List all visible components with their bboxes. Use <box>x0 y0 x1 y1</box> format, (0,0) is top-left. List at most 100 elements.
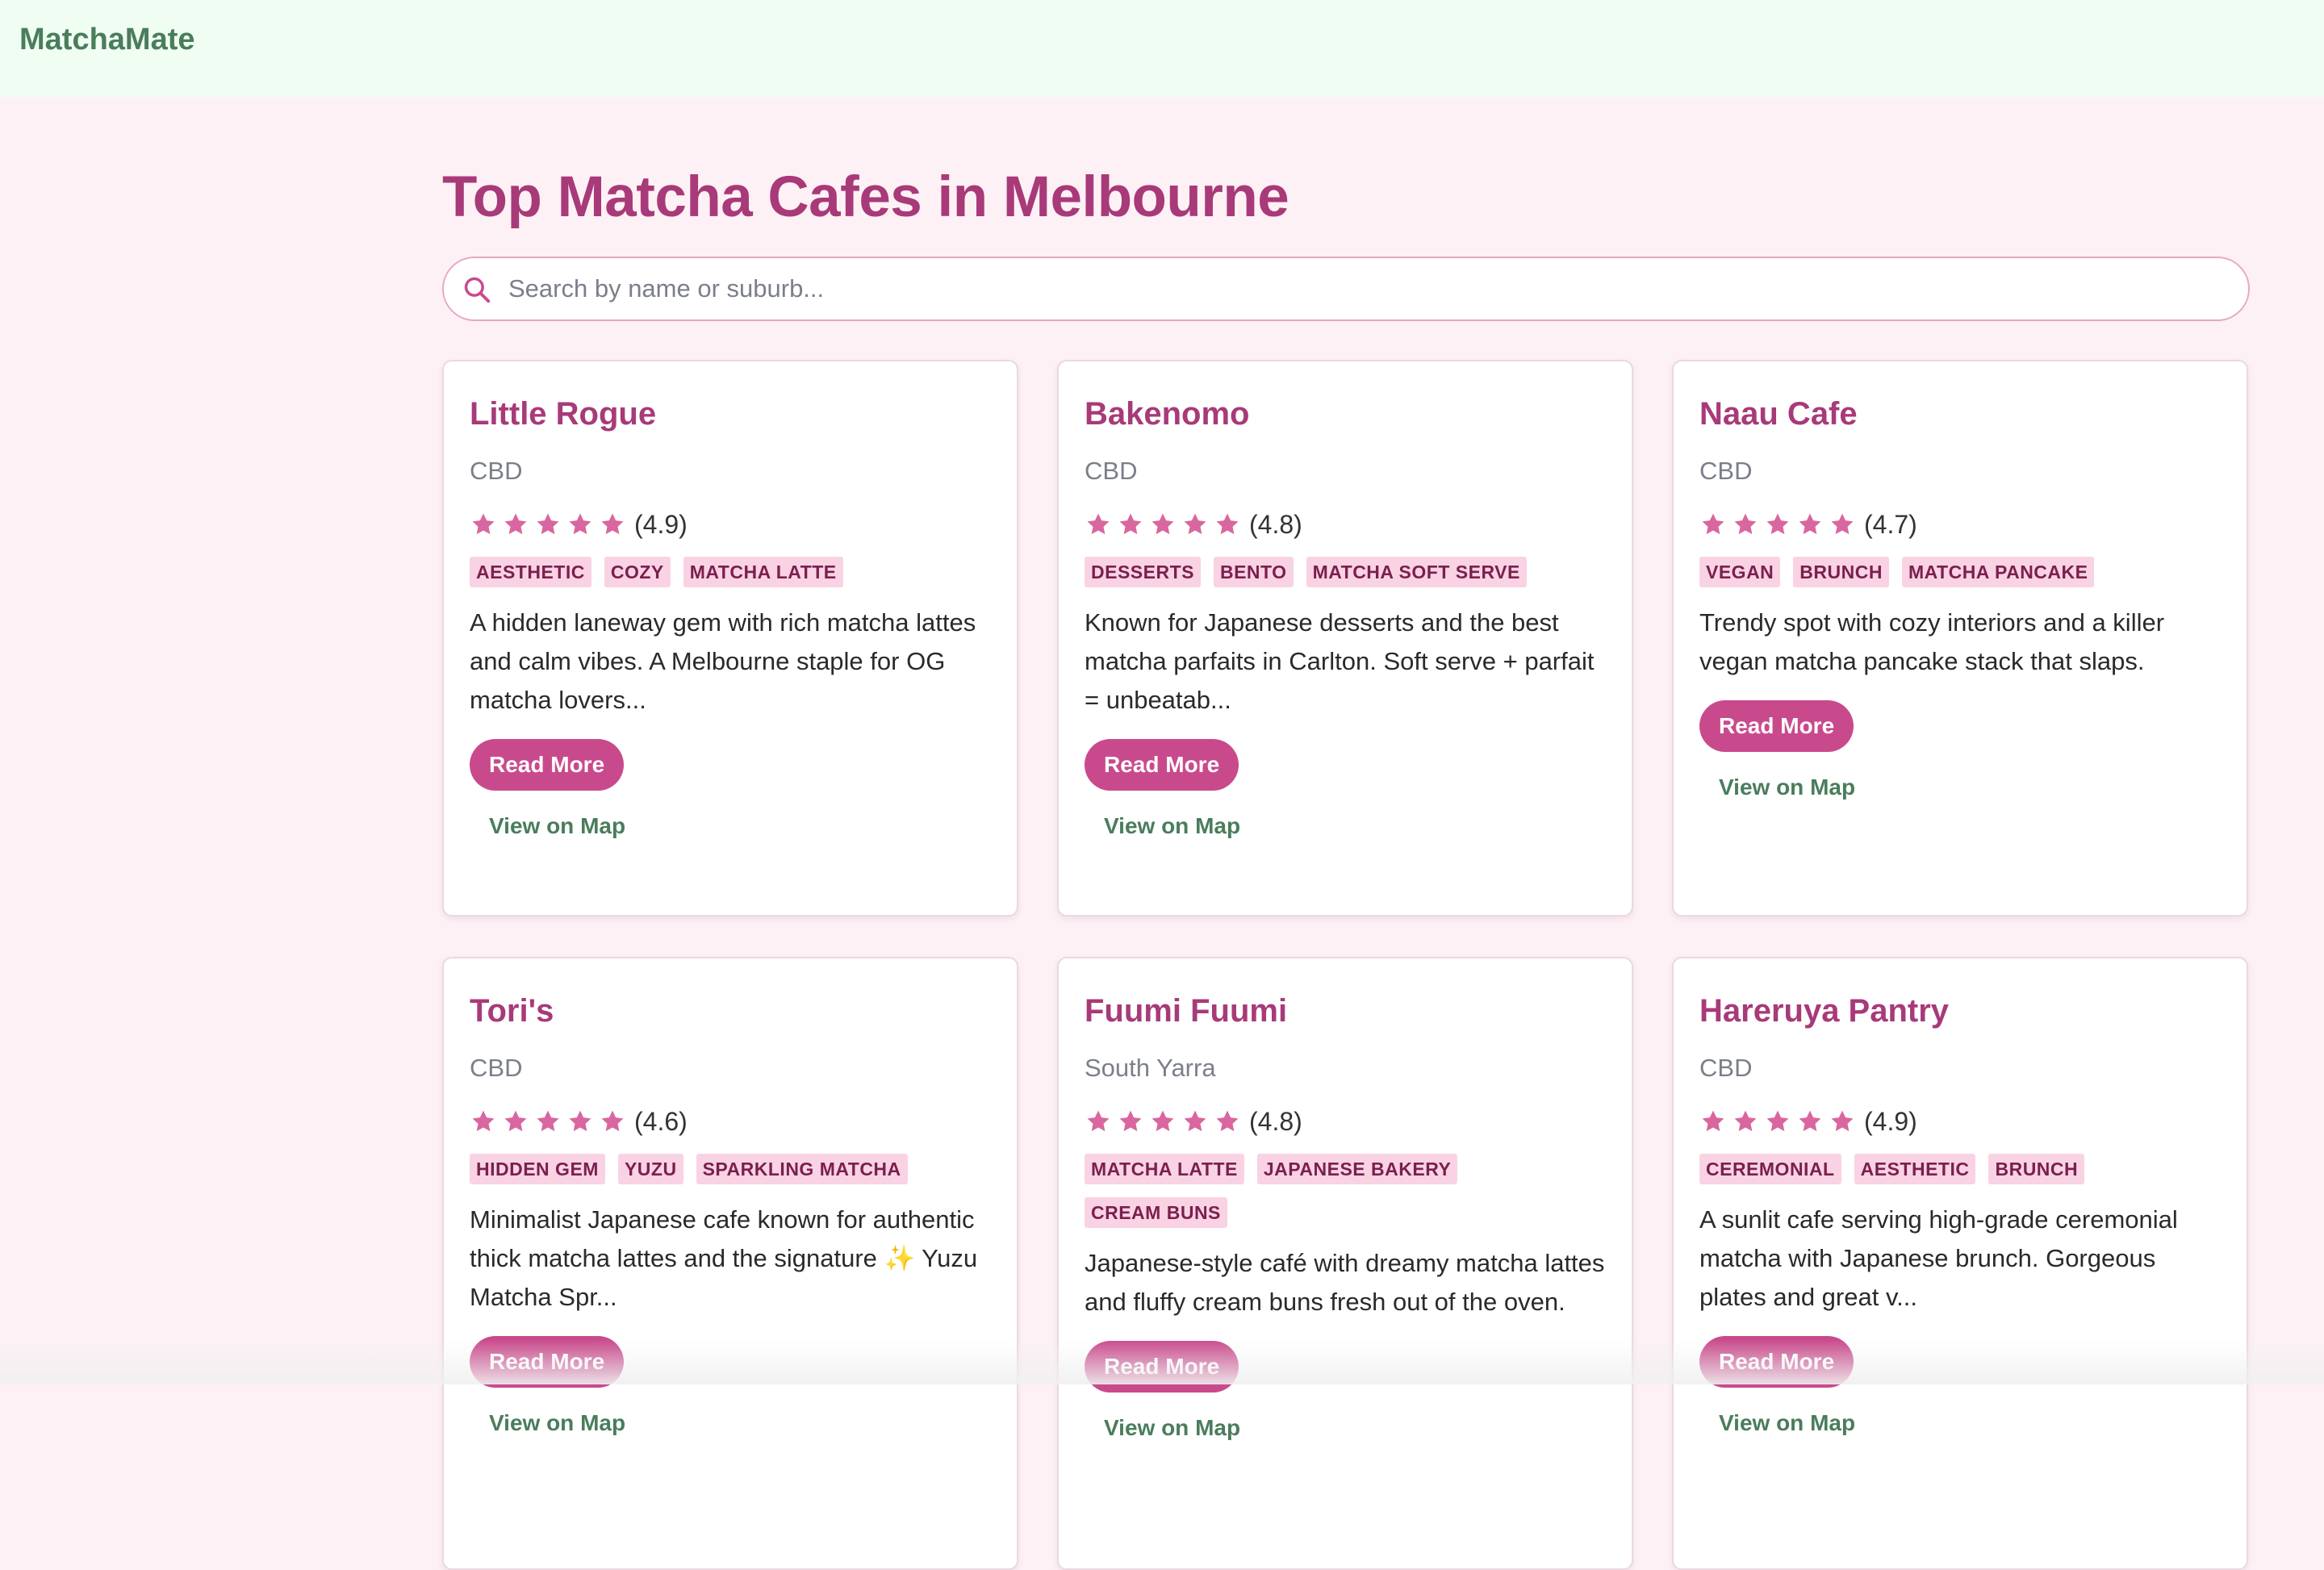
cafe-suburb: CBD <box>470 457 523 485</box>
read-more-button[interactable]: Read More <box>1699 700 1854 752</box>
bottom-fade <box>0 1339 2324 1384</box>
star-icon <box>1216 513 1239 535</box>
star-icon <box>1184 513 1206 535</box>
cafe-card[interactable]: Hareruya Pantry CBD (4.9) CEREMONIAL AESTHET… <box>1672 957 2248 1570</box>
search-input[interactable] <box>508 258 2203 319</box>
cafe-suburb: South Yarra <box>1085 1054 1216 1082</box>
tag-list: CEREMONIAL AESTHETIC BRUNCH <box>1699 1154 2224 1197</box>
tag-badge: MATCHA PANCAKE <box>1901 557 2095 587</box>
tag-badge: HIDDEN GEM <box>470 1154 605 1184</box>
star-icon <box>1831 1110 1854 1132</box>
star-icon <box>1119 513 1142 535</box>
star-icon <box>601 513 624 535</box>
tag-badge: AESTHETIC <box>1854 1154 1976 1184</box>
tag-badge: CEREMONIAL <box>1699 1154 1841 1184</box>
tag-badge: COZY <box>604 557 671 587</box>
page-title: Top Matcha Cafes in Melbourne <box>442 165 1289 229</box>
cafe-suburb: CBD <box>1699 1054 1753 1082</box>
rating: (4.6) <box>470 1105 994 1138</box>
cafe-card[interactable]: Naau Cafe CBD (4.7) VEGAN BRUNCH MATCHA PANCA… <box>1672 360 2248 917</box>
read-more-button[interactable]: Read More <box>470 739 625 791</box>
star-icon <box>1087 1110 1110 1132</box>
view-on-map-link[interactable]: View on Map <box>1719 1407 2224 1439</box>
cafe-name[interactable]: Tori's <box>470 991 994 1031</box>
tag-badge: VEGAN <box>1699 557 1781 587</box>
cafe-name[interactable]: Little Rogue <box>470 394 994 434</box>
cafe-name[interactable]: Bakenomo <box>1085 394 1609 434</box>
rating-value: (4.7) <box>1864 510 1917 539</box>
view-on-map-link[interactable]: View on Map <box>489 810 994 842</box>
star-icon <box>504 1110 527 1132</box>
rating: (4.9) <box>1699 1105 2224 1138</box>
star-icon <box>472 1110 495 1132</box>
rating: (4.9) <box>470 508 994 541</box>
tag-badge: SPARKLING MATCHA <box>696 1154 908 1184</box>
cafe-description: Trendy spot with cozy interiors and a ki… <box>1699 608 2165 675</box>
cafe-name[interactable]: Naau Cafe <box>1699 394 2224 434</box>
star-icon <box>1799 1110 1821 1132</box>
tag-badge: JAPANESE BAKERY <box>1256 1154 1458 1184</box>
cafe-description: A sunlit cafe serving high-grade ceremon… <box>1699 1205 2178 1311</box>
search-bar[interactable] <box>442 257 2250 321</box>
view-on-map-link[interactable]: View on Map <box>1719 771 2224 804</box>
cafe-suburb: CBD <box>470 1054 523 1082</box>
view-on-map-link[interactable]: View on Map <box>489 1407 994 1439</box>
cafe-description: A hidden laneway gem with rich matcha la… <box>470 608 976 714</box>
star-icon <box>1766 1110 1789 1132</box>
rating-value: (4.6) <box>634 1107 688 1136</box>
rating-value: (4.9) <box>1864 1107 1917 1136</box>
rating-value: (4.8) <box>1249 1107 1302 1136</box>
top-nav: MatchaMate <box>0 0 2324 97</box>
star-icon <box>537 513 559 535</box>
tag-badge: BENTO <box>1213 557 1294 587</box>
rating-value: (4.9) <box>634 510 688 539</box>
star-icon <box>1184 1110 1206 1132</box>
star-icon <box>537 1110 559 1132</box>
tag-list: MATCHA LATTE JAPANESE BAKERY CREAM BUNS <box>1085 1154 1609 1241</box>
star-icon <box>569 1110 591 1132</box>
cafe-card[interactable]: Bakenomo CBD (4.8) DESSERTS BENTO MATCHA SOFT… <box>1057 360 1633 917</box>
tag-badge: BRUNCH <box>1988 1154 2085 1184</box>
tag-badge: MATCHA LATTE <box>683 557 843 587</box>
view-on-map-link[interactable]: View on Map <box>1104 810 1609 842</box>
tag-list: AESTHETIC COZY MATCHA LATTE <box>470 557 994 600</box>
tag-badge: BRUNCH <box>1793 557 1889 587</box>
star-icon <box>1216 1110 1239 1132</box>
cafe-card[interactable]: Fuumi Fuumi South Yarra (4.8) MATCHA LATTE J… <box>1057 957 1633 1570</box>
star-icon <box>1702 513 1724 535</box>
star-icon <box>1734 513 1757 535</box>
star-icon <box>1119 1110 1142 1132</box>
tag-badge: DESSERTS <box>1085 557 1201 587</box>
star-icon <box>1087 513 1110 535</box>
cafe-name[interactable]: Hareruya Pantry <box>1699 991 2224 1031</box>
cafe-card[interactable]: Little Rogue CBD (4.9) AESTHETIC COZY MATCHA … <box>442 360 1018 917</box>
rating: (4.8) <box>1085 1105 1609 1138</box>
rating: (4.8) <box>1085 508 1609 541</box>
star-icon <box>1831 513 1854 535</box>
star-icon <box>1766 513 1789 535</box>
tag-badge: AESTHETIC <box>470 557 591 587</box>
brand-logo[interactable]: MatchaMate <box>19 20 195 59</box>
star-icon <box>601 1110 624 1132</box>
main-content: Top Matcha Cafes in Melbourne Little Rog… <box>442 161 2250 1570</box>
star-icon <box>1702 1110 1724 1132</box>
star-icon <box>1799 513 1821 535</box>
tag-badge: CREAM BUNS <box>1085 1197 1227 1228</box>
star-icon <box>1152 1110 1174 1132</box>
star-icon <box>1734 1110 1757 1132</box>
cafe-description: Japanese-style café with dreamy matcha l… <box>1085 1249 1605 1316</box>
star-icon <box>1152 513 1174 535</box>
tag-list: HIDDEN GEM YUZU SPARKLING MATCHA <box>470 1154 994 1197</box>
tag-list: DESSERTS BENTO MATCHA SOFT SERVE <box>1085 557 1609 600</box>
star-icon <box>504 513 527 535</box>
tag-badge: YUZU <box>617 1154 683 1184</box>
read-more-button[interactable]: Read More <box>1085 739 1239 791</box>
tag-badge: MATCHA SOFT SERVE <box>1306 557 1527 587</box>
star-icon <box>569 513 591 535</box>
rating: (4.7) <box>1699 508 2224 541</box>
cafe-card[interactable]: Tori's CBD (4.6) HIDDEN GEM YUZU SPARKLING MA… <box>442 957 1018 1570</box>
view-on-map-link[interactable]: View on Map <box>1104 1412 1609 1444</box>
search-icon <box>464 277 491 303</box>
cafe-name[interactable]: Fuumi Fuumi <box>1085 991 1609 1031</box>
cafe-suburb: CBD <box>1085 457 1138 485</box>
